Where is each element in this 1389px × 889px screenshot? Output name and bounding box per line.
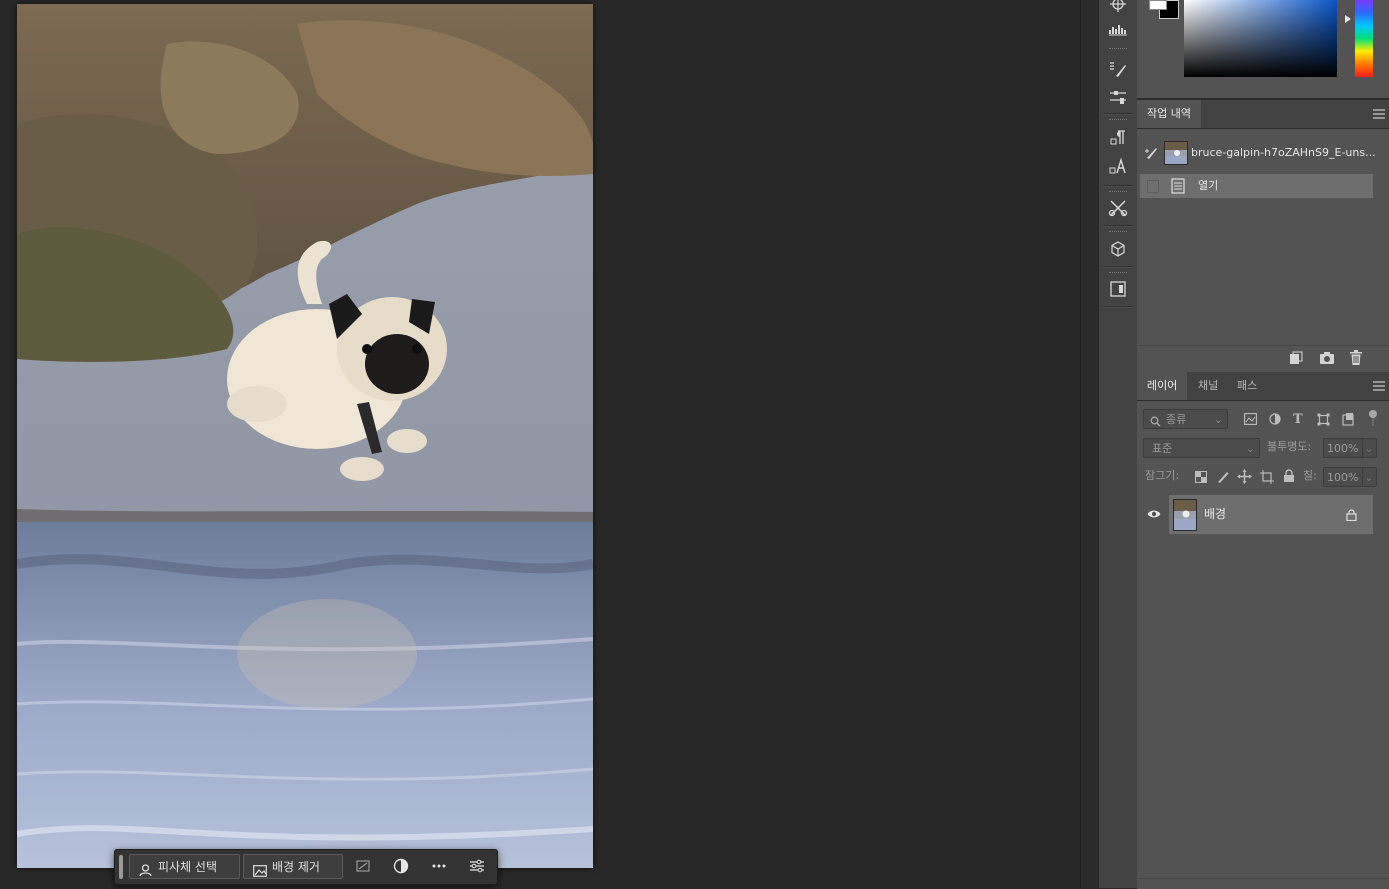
layer-filter-kind-label: 종류: [1166, 413, 1187, 426]
layer-filter-kind-select[interactable]: 종류 ⌄: [1143, 409, 1228, 429]
camera-snapshot-icon[interactable]: [1319, 351, 1335, 368]
filter-adjustment-layer-icon[interactable]: [1269, 413, 1281, 428]
lock-icon: [1346, 509, 1357, 524]
dock-grip[interactable]: [1109, 191, 1127, 194]
layer-row[interactable]: 배경: [1140, 495, 1373, 534]
chevron-down-icon: ⌄: [1213, 413, 1223, 426]
filter-shape-layer-icon[interactable]: [1317, 413, 1330, 429]
snapshot-thumbnail: [1164, 141, 1188, 165]
opacity-label: 불투명도:: [1267, 440, 1312, 453]
histogram-icon[interactable]: [1108, 19, 1128, 39]
dock-grip[interactable]: [1109, 48, 1127, 51]
paragraph-icon[interactable]: [1108, 128, 1128, 148]
layer-row-selection: [1169, 495, 1373, 534]
more-options-icon[interactable]: [431, 858, 449, 876]
history-snapshot-row[interactable]: bruce-galpin-h7oZAHnS9_E-uns...: [1140, 140, 1376, 166]
chevron-down-icon: ⌄: [1245, 442, 1255, 455]
layer-name: 배경: [1204, 507, 1227, 521]
snapshot-name: bruce-galpin-h7oZAHnS9_E-uns...: [1191, 146, 1376, 159]
layers-tabbar: 레이어 채널 패스: [1137, 372, 1389, 401]
dock-grip[interactable]: [1109, 272, 1127, 275]
fill-value: 100%: [1327, 471, 1359, 484]
image-icon: [253, 861, 267, 886]
adjustments-icon[interactable]: [1108, 88, 1128, 108]
foreground-color-swatch[interactable]: [1149, 0, 1167, 10]
select-subject-label: 피사체 선택: [158, 860, 218, 874]
tab-channels[interactable]: 채널: [1188, 372, 1228, 400]
layers-footer: [1137, 878, 1389, 889]
canvas-scroll-strip[interactable]: [1080, 0, 1099, 888]
history-tabbar: 작업 내역: [1137, 100, 1389, 129]
color-saturation-field[interactable]: [1184, 0, 1337, 77]
taskbar-drag-handle[interactable]: [119, 855, 123, 879]
history-item-open[interactable]: 열기: [1140, 174, 1373, 198]
search-icon: [1150, 414, 1161, 434]
lock-position-icon[interactable]: [1237, 469, 1252, 487]
contextual-task-bar: 피사체 선택 배경 제거: [114, 849, 498, 885]
filter-toggle-icon[interactable]: [1368, 409, 1378, 430]
tool-presets-icon[interactable]: [1108, 198, 1128, 218]
person-icon: [139, 861, 152, 886]
transform-icon[interactable]: [355, 858, 373, 876]
lock-artboard-icon[interactable]: [1260, 470, 1274, 487]
navigator-icon[interactable]: [1108, 0, 1128, 14]
history-source-checkbox[interactable]: [1147, 180, 1159, 193]
panel-menu-icon[interactable]: [1373, 109, 1385, 119]
lock-label: 잠그기:: [1145, 469, 1180, 482]
dock-grip[interactable]: [1109, 119, 1127, 122]
opacity-value: 100%: [1327, 442, 1359, 455]
dock-grip[interactable]: [1109, 231, 1127, 234]
history-footer: [1137, 345, 1389, 374]
filter-type-layer-icon[interactable]: T: [1293, 412, 1303, 427]
filter-pixel-layer-icon[interactable]: [1244, 413, 1257, 428]
history-brush-source-icon[interactable]: [1144, 145, 1160, 164]
fill-label: 칠:: [1303, 469, 1317, 482]
panel-menu-icon[interactable]: [1373, 381, 1385, 391]
tab-history[interactable]: 작업 내역: [1137, 100, 1201, 128]
history-item-label: 열기: [1198, 179, 1219, 192]
settings-sliders-icon[interactable]: [469, 858, 487, 876]
hue-slider-handle[interactable]: [1345, 15, 1351, 23]
select-subject-button[interactable]: 피사체 선택: [129, 854, 240, 879]
layer-thumbnail: [1173, 499, 1197, 531]
pug-beach-photo: [17, 4, 593, 868]
trash-icon[interactable]: [1349, 350, 1363, 369]
tab-layers[interactable]: 레이어: [1137, 372, 1188, 400]
remove-background-button[interactable]: 배경 제거: [243, 854, 343, 879]
tab-paths[interactable]: 패스: [1227, 372, 1267, 400]
fill-input[interactable]: 100% ⌄: [1323, 467, 1377, 487]
adjustment-circle-icon[interactable]: [393, 858, 411, 876]
blend-mode-select[interactable]: 표준 ⌄: [1143, 438, 1260, 458]
character-icon[interactable]: [1108, 157, 1128, 177]
new-document-from-state-icon[interactable]: [1287, 351, 1303, 368]
lock-all-icon[interactable]: [1283, 469, 1295, 486]
filter-smart-object-icon[interactable]: [1342, 412, 1354, 429]
brush-presets-icon[interactable]: [1108, 60, 1128, 80]
document-icon: [1171, 178, 1185, 197]
remove-background-label: 배경 제거: [272, 860, 320, 874]
chevron-down-icon[interactable]: ⌄: [1362, 439, 1375, 457]
hue-slider[interactable]: [1355, 0, 1373, 77]
opacity-input[interactable]: 100% ⌄: [1323, 438, 1377, 458]
learn-panel-icon[interactable]: [1108, 279, 1128, 299]
chevron-down-icon[interactable]: ⌄: [1362, 468, 1375, 486]
lock-transparent-pixels-icon[interactable]: [1195, 471, 1207, 486]
panel-icon-dock: [1098, 0, 1138, 888]
document-image[interactable]: [17, 4, 593, 868]
blend-mode-value: 표준: [1152, 442, 1173, 455]
3d-cube-icon[interactable]: [1108, 239, 1128, 259]
lock-image-pixels-icon[interactable]: [1216, 470, 1230, 487]
eye-icon[interactable]: [1147, 509, 1161, 522]
